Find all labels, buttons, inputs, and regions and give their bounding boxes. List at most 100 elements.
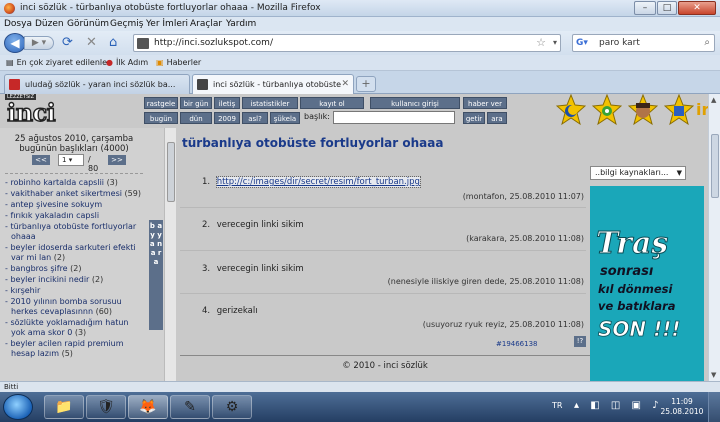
maximize-button[interactable]: □	[657, 1, 677, 15]
bayan-ara-strip[interactable]: b a y y a n a r a	[149, 220, 163, 330]
menu-gorunum[interactable]: Görünüm	[67, 19, 109, 29]
explorer-taskbar-icon[interactable]: 📁	[44, 395, 84, 419]
advertisement-banner[interactable]: Traş sonrası kıl dönmesi ve batıklara SO…	[590, 186, 704, 381]
list-item[interactable]: - fırıkık yakaladın capsli	[5, 211, 143, 221]
entry-author[interactable]: (usuyoruz ryuk reyiz, 25.08.2010 11:08)	[423, 320, 584, 329]
list-item[interactable]: - antep şivesine sokuym	[5, 200, 143, 210]
status-text: Bitti	[4, 383, 19, 391]
entry-action-button[interactable]: !?	[574, 336, 586, 347]
scroll-up-icon[interactable]: ▲	[711, 96, 716, 104]
nav-bugun[interactable]: bugün	[144, 112, 178, 124]
site-logo[interactable]: LEZZETSiZ inci sözlük	[3, 94, 139, 157]
star-flower-icon[interactable]	[592, 94, 622, 126]
prev-page-button[interactable]: <<	[32, 155, 50, 165]
getir-button[interactable]: getir	[463, 112, 485, 124]
menu-gecmis[interactable]: Geçmiş	[110, 19, 143, 29]
list-item[interactable]: - 2010 yılının bomba sorusuu herkes ceva…	[5, 297, 143, 317]
list-item[interactable]: - kırşehir	[5, 286, 143, 296]
next-page-button[interactable]: >>	[108, 155, 126, 165]
page-title[interactable]: türbanlıya otobüste fortluyorlar ohaaa	[182, 136, 443, 150]
nav-sukela[interactable]: şükela	[270, 112, 300, 124]
kes-taskbar-icon[interactable]: 🛡	[86, 395, 126, 419]
app-taskbar-icon[interactable]: ⚙	[212, 395, 252, 419]
nav-dun[interactable]: dün	[180, 112, 212, 124]
entry-author[interactable]: (karakara, 25.08.2010 11:08)	[466, 234, 584, 243]
tool-taskbar-icon[interactable]: ✎	[170, 395, 210, 419]
nav-bir-gun[interactable]: bir gün	[180, 97, 212, 109]
nav-kullanici-girisi[interactable]: kullanıcı girişi	[370, 97, 460, 109]
nav-istatistikler[interactable]: istatistikler	[242, 97, 298, 109]
list-item[interactable]: - beyler acilen rapid premium hesap lazı…	[5, 339, 143, 359]
ara-button[interactable]: ara	[487, 112, 507, 124]
menu-yer-imleri[interactable]: Yer İmleri	[146, 19, 188, 29]
close-button[interactable]: ✕	[678, 1, 716, 15]
menu-bar: Dosya Düzen Görünüm Geçmiş Yer İmleri Ar…	[0, 17, 720, 31]
bookmark-star-icon[interactable]: ☆	[536, 36, 546, 49]
list-item[interactable]: - vakithaber anket sikertmesi (59)	[5, 189, 143, 199]
bookmark-news[interactable]: ▣ Haberler	[156, 58, 201, 67]
scroll-down-icon[interactable]: ▼	[711, 371, 716, 379]
menu-dosya[interactable]: Dosya	[4, 19, 32, 29]
star-face-icon[interactable]	[628, 94, 658, 126]
close-tab-icon[interactable]: ✕	[341, 79, 349, 89]
nav-asl[interactable]: asl?	[242, 112, 268, 124]
firefox-taskbar-icon[interactable]: 🦊	[128, 395, 168, 419]
baslik-input[interactable]	[333, 111, 455, 124]
search-engine-icon[interactable]: G▾	[576, 38, 588, 49]
forward-button[interactable]: ▶ ▾	[24, 36, 54, 50]
nav-haber-ver[interactable]: haber ver	[463, 97, 507, 109]
search-icon[interactable]: ⌕	[704, 37, 710, 48]
nav-2009[interactable]: 2009	[214, 112, 240, 124]
menu-duzen[interactable]: Düzen	[35, 19, 64, 29]
nav-kayit-ol[interactable]: kayıt ol	[300, 97, 364, 109]
search-bar[interactable]: G▾ paro kart ⌕	[572, 34, 715, 52]
nav-iletis[interactable]: iletiş	[214, 97, 240, 109]
address-input[interactable]: http://inci.sozlukspot.com/	[154, 38, 273, 48]
tab-inci-sozluk[interactable]: inci sözlük - türbanlıya otobüste fo... …	[192, 74, 354, 95]
menu-araclar[interactable]: Araçlar	[190, 19, 222, 29]
left-scrollbar[interactable]	[164, 128, 176, 381]
home-icon[interactable]: ⌂	[109, 36, 117, 50]
list-item[interactable]: - sözlükte yoklamadığım hatun yok ama sk…	[5, 318, 143, 338]
show-desktop-button[interactable]	[708, 392, 720, 422]
reload-icon[interactable]: ⟳	[62, 36, 73, 50]
star-moon-icon[interactable]	[556, 94, 586, 126]
page-select[interactable]: 1 ▾	[58, 154, 84, 166]
system-tray-icons[interactable]: ▴ ◧ ◫ ▣ ♪	[574, 400, 662, 411]
bookmark-first-steps[interactable]: ● İlk Adım	[106, 58, 148, 67]
list-item[interactable]: - türbanlıya otobüste fortluyorlar ohaaa	[5, 222, 143, 242]
chevron-down-icon: ▼	[676, 169, 682, 177]
list-item[interactable]: - beyler incikini nedir (2)	[5, 275, 143, 285]
new-tab-button[interactable]: +	[356, 76, 376, 92]
minimize-button[interactable]: –	[634, 1, 656, 15]
search-input[interactable]: paro kart	[599, 38, 640, 48]
site-identity-icon[interactable]	[137, 38, 149, 49]
star-cube-icon[interactable]	[664, 94, 694, 126]
nav-rastgele[interactable]: rastgele	[144, 97, 178, 109]
entry-1: 1. http://c:/images/dir/secret/resim/for…	[202, 176, 421, 188]
page-scrollbar[interactable]: ▲ ▼	[708, 94, 720, 381]
list-item[interactable]: - robinho kartalda capslii (3)	[5, 178, 143, 188]
list-item[interactable]: - bangbros şifre (2)	[5, 264, 143, 274]
entry-author[interactable]: (montafon, 25.08.2010 11:07)	[463, 192, 584, 201]
taskbar: 📁 🛡 🦊 ✎ ⚙ TR ▴ ◧ ◫ ▣ ♪ 11:09 25.08.2010	[0, 392, 720, 422]
back-button[interactable]: ◀	[4, 33, 26, 53]
bookmark-most-visited[interactable]: ▤ En çok ziyaret edilenler	[6, 58, 110, 67]
language-indicator[interactable]: TR	[552, 401, 562, 410]
divider	[180, 250, 586, 251]
clock[interactable]: 11:09 25.08.2010	[660, 397, 704, 417]
address-bar[interactable]: http://inci.sozlukspot.com/ ☆ ▾	[133, 34, 561, 52]
entry-id-link[interactable]: #19466138	[496, 340, 538, 348]
start-button[interactable]	[3, 394, 33, 420]
history-dropdown-icon[interactable]: ▾	[553, 38, 557, 47]
stop-icon[interactable]: ✕	[86, 36, 97, 50]
tab-uludag[interactable]: uludağ sözlük - yaran inci sözlük ba...	[4, 74, 190, 94]
entry-link[interactable]: http://c:/images/dir/secret/resim/fort_t…	[215, 176, 421, 188]
page-total: / 80	[88, 155, 99, 173]
entry-author[interactable]: (nenesiyle iliskiye giren dede, 25.08.20…	[388, 277, 584, 286]
scrollbar-thumb[interactable]	[711, 134, 719, 198]
menu-yardim[interactable]: Yardım	[226, 19, 256, 29]
list-item[interactable]: - beyler idoserda sarkuteri efekti var m…	[5, 243, 143, 263]
info-sources-select[interactable]: ..bilgi kaynakları... ▼	[590, 166, 686, 180]
scrollbar-thumb[interactable]	[167, 142, 175, 202]
